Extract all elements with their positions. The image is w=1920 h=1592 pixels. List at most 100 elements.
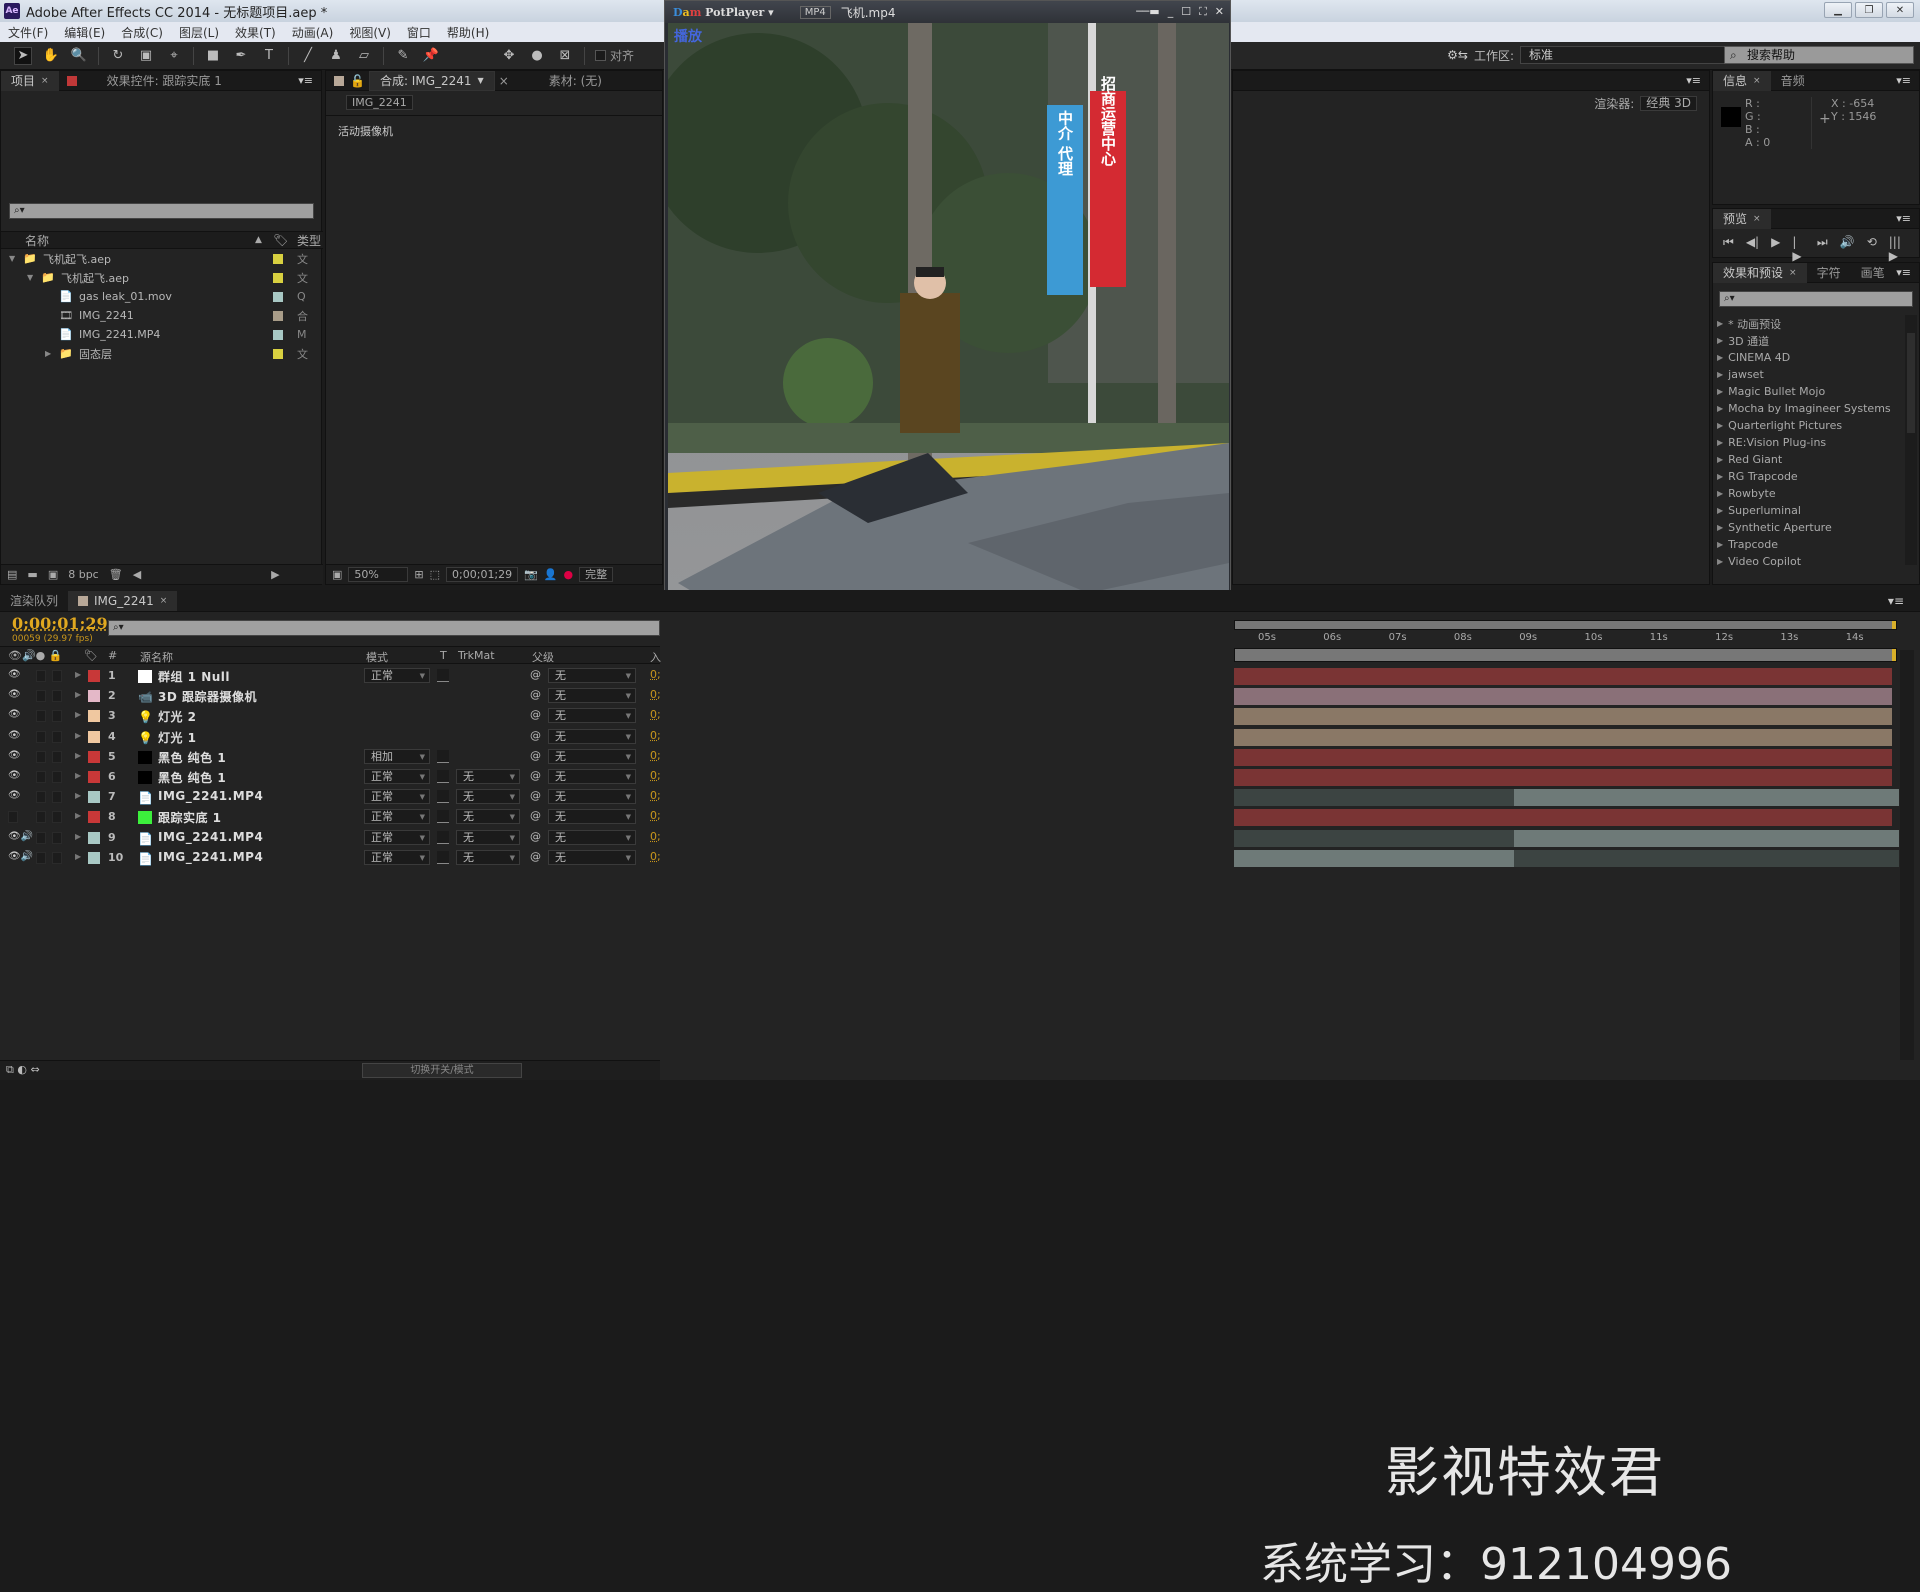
close-tab-icon[interactable]: × (499, 74, 509, 88)
layer-track-bar[interactable] (1234, 688, 1892, 706)
parent-pickwhip-icon[interactable]: @ (530, 769, 541, 782)
channel-icon[interactable]: ● (564, 568, 574, 581)
label-color-chip[interactable] (273, 330, 283, 340)
expand-icon[interactable]: ▶ (1717, 506, 1723, 515)
solo-toggle[interactable] (36, 811, 46, 824)
delete-icon[interactable]: 🗑 (109, 568, 123, 581)
expand-icon[interactable]: ▶ (1717, 557, 1723, 566)
restore-button[interactable]: ❐ (1855, 2, 1883, 18)
work-area-bar[interactable] (1234, 648, 1897, 662)
preserve-transparency-checkbox[interactable] (437, 749, 449, 763)
expand-icon[interactable]: ▶ (1717, 370, 1723, 379)
effects-category-item[interactable]: ▶ Trapcode (1717, 536, 1897, 553)
roto-brush-tool-icon[interactable]: ✎ (394, 47, 412, 65)
expand-layer-icon[interactable]: ▶ (75, 791, 81, 800)
pen-tool-icon[interactable]: ✒ (232, 47, 250, 65)
lock-toggle[interactable] (52, 811, 62, 824)
layer-label-color[interactable] (88, 771, 100, 783)
in-point[interactable]: 0; (650, 708, 661, 721)
parent-pickwhip-icon[interactable]: @ (530, 830, 541, 843)
close-button[interactable]: ✕ (1215, 5, 1224, 19)
comp-flowchart-icon[interactable]: ⧉ ◐ ⇔ (6, 1063, 40, 1077)
parent-pickwhip-icon[interactable]: @ (530, 668, 541, 681)
in-point[interactable]: 0; (650, 688, 661, 701)
hand-tool-icon[interactable]: ✋ (42, 47, 60, 65)
selection-tool-icon[interactable]: ➤ (14, 46, 32, 65)
column-name[interactable]: 名称 (25, 232, 49, 249)
time-navigator[interactable] (1234, 620, 1897, 630)
lock-toggle[interactable] (52, 690, 62, 703)
parent-select[interactable]: 无 (548, 769, 636, 784)
label-color-chip[interactable] (273, 254, 283, 264)
effects-category-item[interactable]: ▶ Superluminal (1717, 502, 1897, 519)
current-time-field[interactable]: 0;00;01;29 (446, 567, 519, 582)
expand-icon[interactable]: ▶ (1717, 489, 1723, 498)
close-tab-icon[interactable]: × (1753, 71, 1761, 91)
expand-layer-icon[interactable]: ▶ (75, 751, 81, 760)
solo-toggle[interactable] (36, 851, 46, 864)
blend-mode-select[interactable]: 相加 (364, 748, 430, 764)
preserve-transparency-checkbox[interactable] (437, 790, 449, 804)
menu-help[interactable]: 帮助(H) (447, 24, 489, 41)
track-segment-active[interactable] (1514, 829, 1899, 847)
current-timecode[interactable]: 0;00;01;29 (12, 614, 108, 633)
maximize-button[interactable]: ☐ (1181, 5, 1191, 19)
local-axis-icon[interactable]: ✥ (500, 47, 518, 65)
layer-row[interactable]: 👁 ▶ 1 群组 1 Null 正常 @ 无 0; (0, 666, 661, 686)
minimize-button[interactable]: _ (1168, 5, 1174, 19)
track-segment-active[interactable] (1234, 728, 1892, 746)
in-point[interactable]: 0; (650, 809, 661, 822)
panel-menu-icon[interactable]: ▾≡ (1686, 74, 1701, 87)
visibility-eye-icon[interactable]: 👁🔊 (8, 851, 33, 862)
toggle-switches-modes-button[interactable]: 切换开关/模式 (362, 1063, 522, 1078)
lock-toggle[interactable] (52, 670, 62, 682)
layer-row[interactable]: 👁🔊 ▶ 9 📄 IMG_2241.MP4 正常 无 @ 无 0; (0, 828, 661, 848)
label-color-chip[interactable] (273, 311, 283, 321)
always-preview-icon[interactable]: ▣ (332, 568, 342, 581)
effects-search-input[interactable]: ⌕▾ (1719, 291, 1913, 307)
visibility-eye-icon[interactable]: 👁 (8, 730, 21, 741)
effects-category-item[interactable]: ▶ Video Copilot (1717, 553, 1897, 570)
puppet-pin-tool-icon[interactable]: 📌 (422, 47, 440, 65)
track-segment-active[interactable] (1234, 688, 1892, 706)
in-point[interactable]: 0; (650, 850, 661, 863)
preserve-transparency-checkbox[interactable] (437, 810, 449, 824)
expand-icon[interactable]: ▶ (1717, 319, 1723, 328)
expand-toggle-icon[interactable]: ▼ (27, 273, 33, 282)
layer-row[interactable]: 👁 ▶ 4 💡 灯光 1 @ 无 0; (0, 727, 661, 747)
parent-select[interactable]: 无 (548, 789, 636, 805)
in-point[interactable]: 0; (650, 729, 661, 742)
layer-name[interactable]: 黑色 纯色 1 (158, 769, 226, 786)
eraser-tool-icon[interactable]: ▱ (355, 47, 373, 65)
close-tab-icon[interactable]: × (1789, 263, 1797, 283)
expand-toggle-icon[interactable]: ▶ (45, 349, 51, 358)
layer-label-color[interactable] (88, 730, 100, 743)
panel-menu-icon[interactable]: ▾≡ (1888, 594, 1904, 608)
transparency-grid-icon[interactable]: ⬚ (430, 568, 440, 581)
panel-menu-icon[interactable]: ▾≡ (1896, 212, 1911, 225)
layer-row[interactable]: 👁🔊 ▶ 10 📄 IMG_2241.MP4 正常 无 @ 无 0; (0, 848, 661, 868)
project-item[interactable]: ▼ 📁 飞机起飞.aep 文 (1, 249, 323, 268)
layer-label-color[interactable] (88, 791, 100, 804)
layer-label-color[interactable] (88, 690, 100, 703)
layer-row[interactable]: 👁 ▶ 5 黑色 纯色 1 相加 @ 无 0; (0, 747, 661, 767)
comp-breadcrumb[interactable]: IMG_2241 (346, 95, 413, 110)
layer-name[interactable]: 灯光 1 (158, 729, 197, 746)
visibility-eye-icon[interactable]: 👁 (8, 790, 21, 801)
zoom-tool-icon[interactable]: 🔍 (70, 47, 88, 65)
track-segment-active[interactable] (1234, 708, 1892, 726)
layer-name[interactable]: 群组 1 Null (158, 668, 230, 685)
project-search-input[interactable]: ⌕▾ (9, 203, 314, 219)
layer-label-color[interactable] (88, 710, 100, 723)
layer-row[interactable]: 👁 ▶ 2 📹 3D 跟踪器摄像机 @ 无 0; (0, 686, 661, 706)
label-color-chip[interactable] (273, 273, 283, 283)
lock-toggle[interactable] (52, 750, 62, 763)
grid-icon[interactable]: ⊞ (414, 568, 423, 581)
expand-icon[interactable]: ▶ (1717, 472, 1723, 481)
work-area-end-handle[interactable] (1892, 649, 1896, 661)
interpret-footage-icon[interactable]: ▤ (7, 568, 17, 581)
parent-pickwhip-icon[interactable]: @ (530, 789, 541, 802)
visibility-eye-icon[interactable]: 👁🔊 (8, 831, 33, 842)
panel-menu-icon[interactable]: ▾≡ (1896, 74, 1911, 87)
visibility-toggle[interactable] (8, 811, 18, 824)
